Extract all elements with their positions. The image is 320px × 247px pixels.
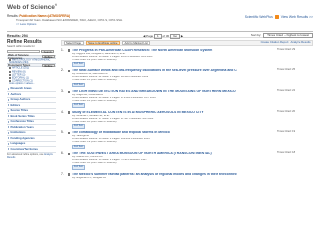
result-record: 3. The LIGHTNING DETECTION RATES AND BRE… [61,89,313,109]
checkbox[interactable] [9,73,11,76]
record-checkbox[interactable] [68,111,71,114]
record-number: 2. [61,68,64,73]
full-text-button[interactable]: Full Text [72,82,85,88]
record-number: 7. [61,171,64,176]
refine-sidebar: Refine Results Search within results for… [7,39,56,160]
result-record: 6. The THE SOUTHWEST AREA MONSOON OF NOR… [61,151,313,171]
create-citation-report-link[interactable]: Create Citation Report [261,41,289,44]
checkbox[interactable] [9,76,11,79]
prev-page-icon[interactable]: ◀ [143,34,145,38]
page-label: Page [146,33,154,38]
results-bar: Results: 294 ◀ Page 1 of 30 Go ▶ Sort by… [7,31,313,39]
sort-label: Sort by: [250,33,262,37]
record-checkbox[interactable] [68,131,71,135]
sort-by: Sort by: Times Cited -- highest to lowes… [250,33,313,39]
header: Web of Science® Results: Publication Nam… [7,3,313,30]
expand-arrow-icon [8,142,9,145]
page-input[interactable]: 1 [154,33,162,39]
result-record: 5. The climatology of midlatitude and tr… [61,130,313,150]
view-web-results-link[interactable]: View Web Results >> [281,15,313,19]
expand-arrow-icon [8,115,9,118]
record-authors: By: Englehart PJ; Douglas AV [72,176,107,179]
results-count: Results: 294 [7,34,28,38]
expand-arrow-icon [8,93,9,96]
checkbox[interactable] [9,70,11,73]
results-number: 294 [21,33,28,38]
result-record: 2. The Near-Surface winds and low-freque… [61,68,313,88]
full-text-button[interactable]: Full Text [72,61,85,67]
search-within-button[interactable]: Search [41,49,55,54]
result-record: 1. The Progress in Pan-American CO2/H Re… [61,47,313,67]
record-times-cited: Times Cited: 29 (from Web of Science) [72,58,117,61]
search-within-label: Search within results for [7,44,35,48]
save-to-endnote-button[interactable]: Save to EndNote online [85,41,120,45]
analyze-results-button[interactable]: Analyze Results [290,41,310,44]
result-record: 7. The Mexico's summer rainfall patterns… [61,171,313,180]
web-of-science-results-page: Web of Science® Results: Publication Nam… [0,0,320,247]
next-page-icon[interactable]: ▶ [181,34,183,38]
go-button[interactable]: Go [170,33,181,39]
expand-arrow-icon [8,137,9,140]
full-text-button[interactable]: Full Text [72,165,85,171]
logo-mark: ® [54,3,58,7]
record-cites[interactable]: Times Cited: 20 [277,110,313,114]
record-number: 6. [61,151,64,156]
record-times-cited: Times Cited: 18 (from Web of Science) [72,162,117,164]
full-text-button[interactable]: Full Text [72,103,85,109]
less-options-link[interactable]: << Less Options [16,22,36,26]
record-cites[interactable]: Times Cited: 25 [277,68,313,72]
expand-arrow-icon [8,109,9,112]
full-text-button[interactable]: Full Text [72,123,85,129]
expand-arrow-icon [8,98,9,101]
record-number: 3. [61,89,64,94]
expand-arrow-icon [8,126,9,129]
group-countries[interactable]: Countries/Territories [7,147,56,153]
record-times-cited: Times Cited: 25 (from Web of Science) [72,79,117,82]
expand-arrow-icon [8,104,9,107]
record-number: 5. [61,130,64,135]
results-list: Select Page Save to EndNote online Add t… [61,40,313,180]
record-times-cited: Times Cited: 22 (from Web of Science) [72,99,117,102]
record-checkbox[interactable] [68,173,71,176]
record-checkbox[interactable] [68,152,71,155]
rss-icon[interactable] [274,15,279,19]
record-cites[interactable]: Times Cited: 18 [277,151,313,155]
record-number: 4. [61,109,64,114]
document-types-refine-button[interactable]: Refine [41,63,55,68]
expand-arrow-icon [8,87,9,90]
record-checkbox[interactable] [68,90,71,93]
checkbox[interactable] [9,67,11,70]
record-times-cited: Times Cited: 19 (from Web of Science) [72,141,117,144]
expand-arrow-icon [8,131,9,134]
record-checkbox[interactable] [68,49,71,52]
header-right-links: Scientific WebPlus View Web Results >> [245,15,313,20]
record-cites[interactable]: Times Cited: 19 [277,131,313,134]
record-times-cited: Times Cited: 20 (from Web of Science) [72,120,117,123]
category-item[interactable]: METEOROLOGY ATMOSPHERIC SCIENCES (294) [7,58,56,64]
results-label: Results: [7,33,21,38]
expand-arrow-icon [8,148,9,151]
record-cites[interactable]: Times Cited: 22 [277,89,313,93]
scientific-webplus-link[interactable]: Scientific WebPlus [245,15,273,19]
page-of-label: of 30 [162,33,170,38]
pager: ◀ Page 1 of 30 Go ▶ [143,33,183,39]
sort-select[interactable]: Times Cited -- highest to lowest [263,33,313,39]
add-marked-list-button[interactable]: Add to Marked List [121,41,151,45]
record-checkbox[interactable] [68,69,71,73]
wos-logo[interactable]: Web of Science® [7,3,58,12]
full-text-button[interactable]: Full Text [72,144,85,150]
record-cites[interactable]: Times Cited: 29 [277,48,313,52]
expand-arrow-icon [8,120,9,123]
record-number: 1. [61,47,64,52]
logo-text: Web of Science [7,4,55,12]
advanced-refine-note: For advanced refine options, use Analyze… [7,153,56,160]
select-page-button[interactable]: Select Page [63,41,84,45]
action-bar: Select Page Save to EndNote online Add t… [61,40,313,46]
result-record: 4. Study of ELEMENTAL CONTENTS IN ATMOSP… [61,109,313,129]
